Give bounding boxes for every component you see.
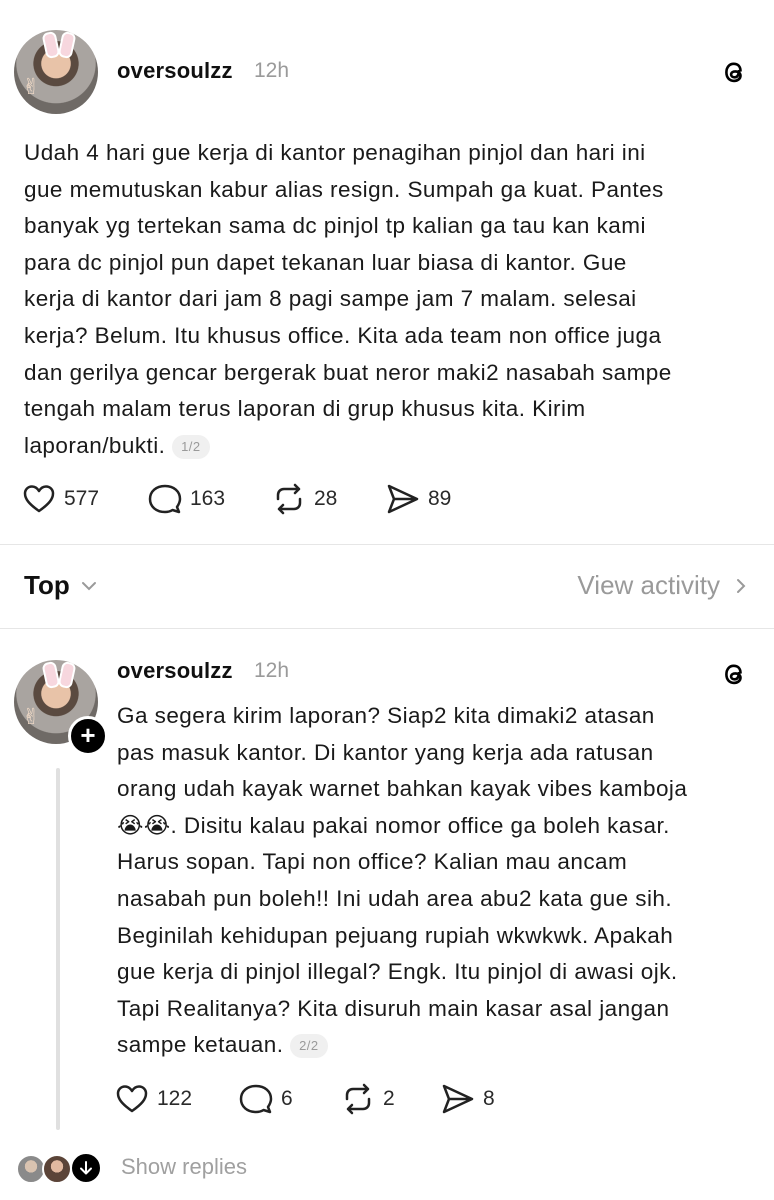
thread-line bbox=[56, 768, 60, 1130]
threads-logo-icon[interactable] bbox=[718, 56, 750, 88]
comment-count: 6 bbox=[281, 1087, 293, 1110]
bunny-ear-right bbox=[57, 660, 77, 690]
reply-avatar bbox=[42, 1154, 72, 1184]
peace-hand: ✌ bbox=[22, 74, 41, 99]
peace-hand: ✌ bbox=[22, 704, 41, 729]
share-count: 8 bbox=[483, 1087, 495, 1110]
comment-count: 163 bbox=[190, 487, 226, 510]
thread-pager: 1/2 bbox=[172, 434, 210, 459]
repost-button[interactable]: 28 bbox=[272, 482, 386, 516]
repost-count: 2 bbox=[383, 1087, 395, 1110]
comment-icon bbox=[239, 1084, 273, 1114]
comment-icon bbox=[148, 484, 182, 514]
share-count: 89 bbox=[428, 487, 452, 510]
share-icon bbox=[442, 1084, 474, 1114]
share-button[interactable]: 8 bbox=[441, 1082, 531, 1116]
follow-button[interactable]: + bbox=[68, 716, 108, 756]
divider bbox=[0, 628, 774, 629]
thread-pager: 2/2 bbox=[290, 1034, 328, 1059]
post-text: Ga segera kirim laporan? Siap2 kita dima… bbox=[117, 703, 688, 1058]
post-actions: 122 6 2 8 bbox=[115, 1082, 531, 1116]
sort-label: Top bbox=[24, 570, 70, 600]
post-username[interactable]: oversoulzz bbox=[117, 58, 233, 84]
bunny-ear-right bbox=[57, 30, 77, 60]
repost-icon bbox=[276, 483, 302, 515]
avatar[interactable]: ✌ bbox=[14, 30, 98, 114]
show-replies-toggle[interactable] bbox=[70, 1152, 102, 1184]
bunny-ear-left bbox=[41, 660, 61, 690]
post-text: Udah 4 hari gue kerja di kantor penagiha… bbox=[24, 140, 672, 458]
post-actions: 577 163 28 89 bbox=[22, 482, 496, 516]
heart-icon bbox=[116, 1085, 148, 1113]
like-button[interactable]: 577 bbox=[22, 482, 148, 516]
repost-icon bbox=[345, 1083, 371, 1115]
repost-button[interactable]: 2 bbox=[341, 1082, 441, 1116]
show-replies-link[interactable]: Show replies bbox=[121, 1154, 247, 1180]
like-button[interactable]: 122 bbox=[115, 1082, 239, 1116]
view-activity-label: View activity bbox=[577, 570, 720, 600]
repost-count: 28 bbox=[314, 487, 338, 510]
heart-icon bbox=[23, 485, 55, 513]
chevron-right-icon bbox=[737, 578, 746, 593]
comment-button[interactable]: 163 bbox=[148, 482, 272, 516]
threads-logo-icon[interactable] bbox=[718, 658, 750, 690]
like-count: 577 bbox=[64, 487, 100, 510]
post-body: Ga segera kirim laporan? Siap2 kita dima… bbox=[117, 698, 762, 1064]
sort-dropdown[interactable]: Top bbox=[24, 570, 100, 601]
bunny-ear-left bbox=[41, 30, 61, 60]
post-time: 12h bbox=[254, 659, 290, 682]
post-username[interactable]: oversoulzz bbox=[117, 658, 233, 684]
post-time: 12h bbox=[254, 59, 290, 82]
post-body: Udah 4 hari gue kerja di kantor penagiha… bbox=[24, 135, 754, 464]
share-button[interactable]: 89 bbox=[386, 482, 496, 516]
arrow-down-icon bbox=[80, 1161, 92, 1175]
comment-button[interactable]: 6 bbox=[239, 1082, 341, 1116]
chevron-down-icon bbox=[81, 581, 96, 590]
divider bbox=[0, 544, 774, 545]
like-count: 122 bbox=[157, 1087, 193, 1110]
share-icon bbox=[387, 484, 419, 514]
view-activity-link[interactable]: View activity bbox=[577, 570, 752, 601]
